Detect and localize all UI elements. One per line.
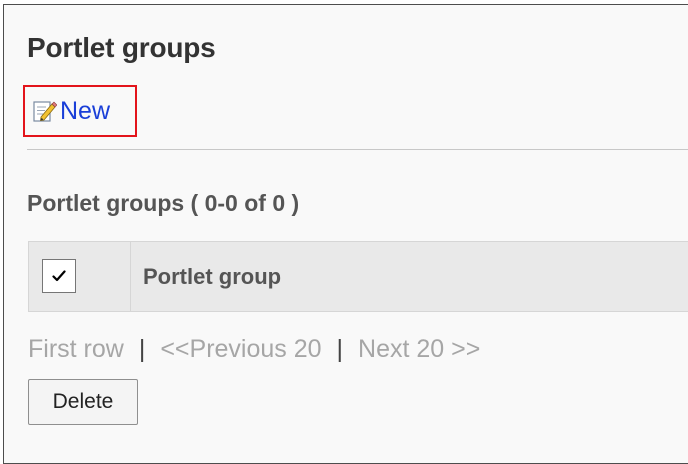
- divider: [27, 149, 688, 150]
- next-page-link: Next 20 >>: [358, 335, 481, 363]
- portlet-group-table: Portlet group: [28, 241, 688, 312]
- previous-page-link: <<Previous 20: [160, 335, 322, 363]
- pagination-separator: |: [138, 335, 146, 363]
- checkmark-icon: [52, 270, 66, 282]
- edit-note-icon: [33, 101, 57, 122]
- page-title: Portlet groups: [27, 32, 216, 63]
- pagination-separator: |: [336, 335, 344, 363]
- select-all-checkbox[interactable]: [42, 259, 76, 293]
- first-row-link: First row: [28, 335, 124, 363]
- list-title: Portlet groups ( 0-0 of 0 ): [27, 190, 300, 216]
- pagination: First row | <<Previous 20 | Next 20 >>: [28, 335, 480, 364]
- select-column-header: [29, 242, 131, 311]
- new-link[interactable]: New: [23, 85, 137, 137]
- column-header-portlet-group[interactable]: Portlet group: [143, 264, 281, 290]
- delete-button[interactable]: Delete: [28, 379, 138, 425]
- portlet-groups-panel: Portlet groups New Portlet groups ( 0-0 …: [3, 4, 688, 464]
- new-link-label: New: [60, 96, 111, 125]
